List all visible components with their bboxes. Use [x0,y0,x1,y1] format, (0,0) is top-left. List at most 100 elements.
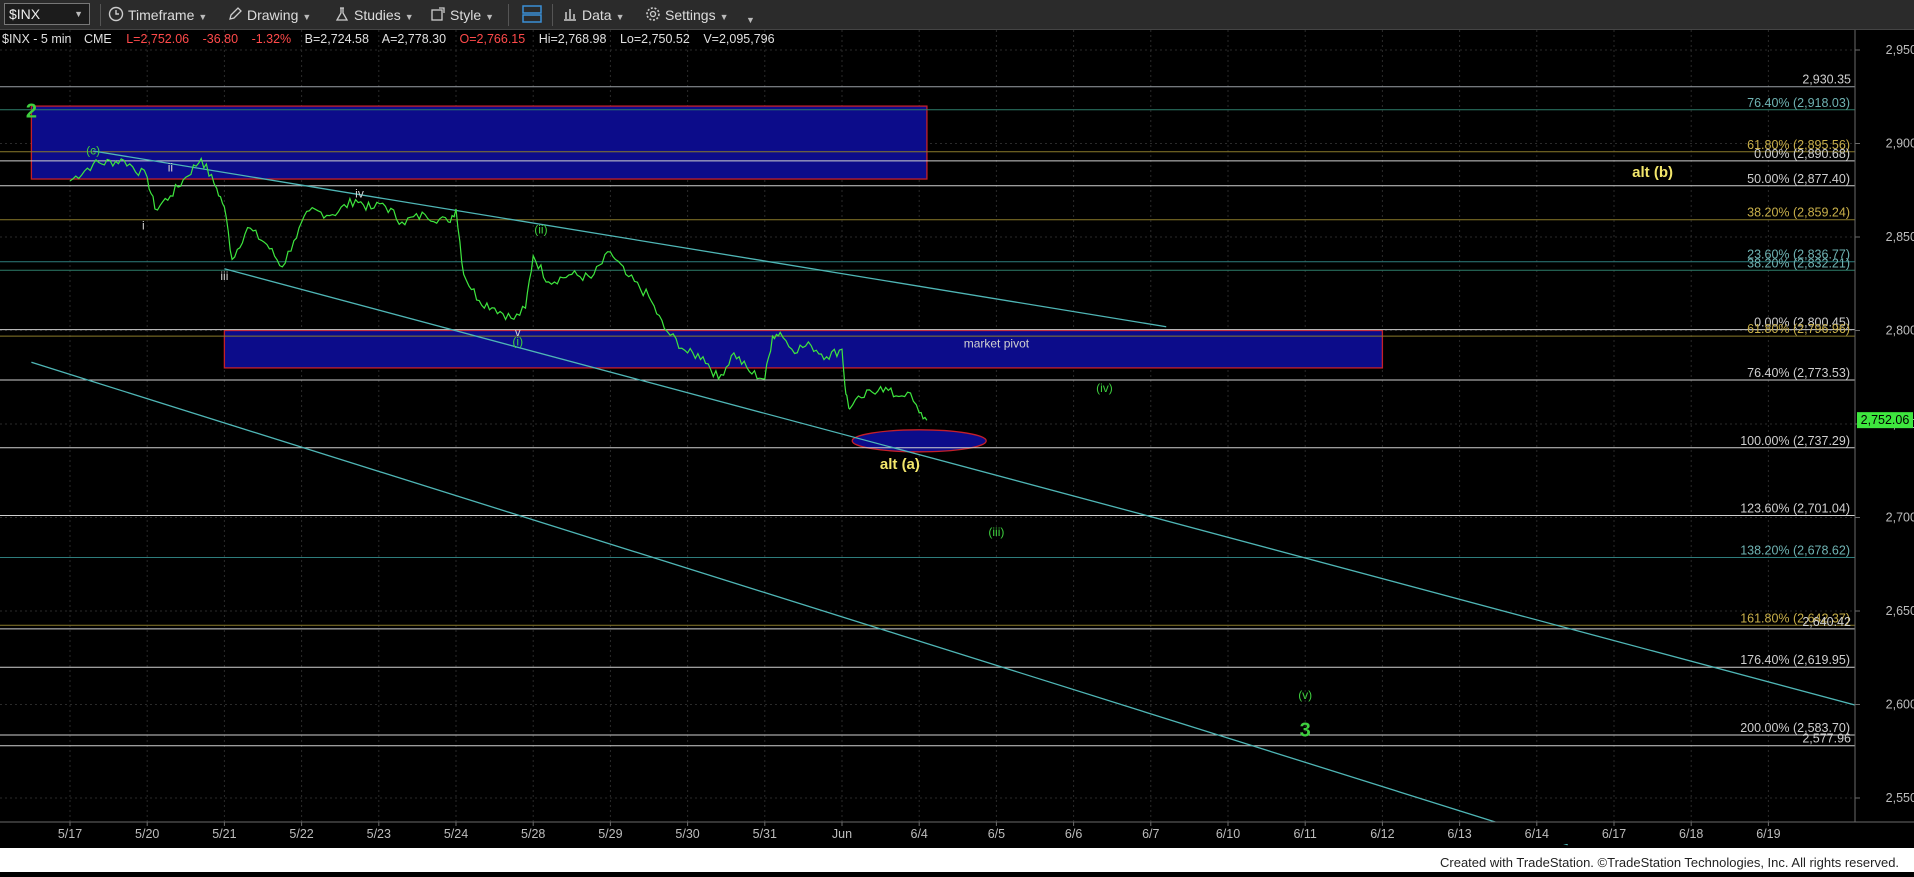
level-label: 2,577.96 [1802,732,1851,746]
studies-menu-button[interactable]: Studies ▼ [334,5,414,25]
price-tick-label: 2,800.00 [1886,324,1914,338]
date-tick-label: 6/18 [1679,827,1703,841]
price-tick-label: 2,850.00 [1886,230,1914,244]
wave-label: (v) [1298,688,1312,702]
date-tick-label: 6/17 [1602,827,1626,841]
data-label: Data [582,7,612,23]
chevron-down-icon: ▼ [74,9,83,19]
info-low: Lo=2,750.52 [620,32,690,46]
data-menu-button[interactable]: Data ▼ [562,5,625,25]
info-volume: V=2,095,796 [703,32,774,46]
drawing-label: Drawing [247,7,299,23]
info-symbol: $INX - 5 min [2,32,72,46]
date-tick-label: 6/13 [1447,827,1471,841]
chevron-down-icon: ▼ [198,12,208,22]
wave-label: (c) [86,144,100,158]
toolbar-divider [508,4,509,26]
studies-label: Studies [354,7,401,23]
bar-chart-icon [562,6,578,27]
level-label: 2,640.42 [1802,615,1851,629]
layout-button[interactable] [522,5,546,25]
price-tick-label: 2,600.00 [1886,698,1914,712]
timeframe-menu-button[interactable]: Timeframe ▼ [108,5,207,25]
date-tick-label: 6/4 [911,827,928,841]
toolbar: $INX ▼ Timeframe ▼ Drawing ▼ Studies ▼ Styl… [0,0,1914,30]
level-label: 176.40% (2,619.95) [1740,653,1850,667]
symbol-selector[interactable]: $INX ▼ [4,3,90,25]
date-tick-label: 5/28 [521,827,545,841]
gear-icon [645,6,661,27]
style-label: Style [450,7,482,23]
wave-label: ii [168,161,173,175]
chevron-down-icon: ▼ [485,12,495,22]
info-last: L=2,752.06 [126,32,189,46]
level-label: 2,930.35 [1802,73,1851,87]
level-label: 38.20% (2,859.24) [1747,206,1850,220]
date-tick-label: 5/21 [212,827,236,841]
alt-a-target-ellipse [851,429,987,453]
toolbar-overflow-button[interactable]: ▼ [742,8,755,28]
date-tick-label: 6/5 [988,827,1005,841]
date-tick-label: 6/12 [1370,827,1394,841]
wave-label: iv [355,187,364,201]
style-menu-button[interactable]: Style ▼ [430,5,494,25]
chevron-down-icon: ▼ [719,12,729,22]
level-label: 0.00% (2,890.68) [1754,147,1850,161]
wave-2-zone [30,105,928,180]
wave-label: 2 [26,100,37,122]
level-label: 61.80% (2,796.96) [1747,322,1850,336]
date-tick-label: 5/23 [367,827,391,841]
timeframe-label: Timeframe [128,7,195,23]
date-tick-label: 5/20 [135,827,159,841]
date-tick-label: 6/10 [1216,827,1240,841]
toolbar-divider [100,4,101,26]
symbol-value: $INX [9,6,41,22]
date-tick-label: 5/31 [753,827,777,841]
settings-label: Settings [665,7,716,23]
chevron-down-icon: ▼ [615,12,625,22]
wave-label: i [142,219,145,233]
level-label: 100.00% (2,737.29) [1740,434,1850,448]
info-bid: B=2,724.58 [305,32,369,46]
level-label: 76.40% (2,773.53) [1747,366,1850,380]
price-tick-label: 2,550.00 [1886,791,1914,805]
level-label: 50.00% (2,877.40) [1747,172,1850,186]
date-tick-label: Jun [832,827,852,841]
wave-label: (iv) [1096,381,1113,395]
date-tick-label: 6/14 [1525,827,1549,841]
price-tick-label: 2,950.00 [1886,43,1914,57]
info-high: Hi=2,768.98 [539,32,607,46]
info-open: O=2,766.15 [460,32,526,46]
date-tick-label: 5/24 [444,827,468,841]
date-axis-background [0,822,1914,844]
date-tick-label: 5/29 [598,827,622,841]
date-tick-label: 6/19 [1756,827,1780,841]
wave-label: (iii) [988,525,1004,539]
level-label: 123.60% (2,701.04) [1740,502,1850,516]
clock-icon [108,6,124,27]
info-pct: -1.32% [252,32,292,46]
pencil-icon [227,6,243,27]
date-tick-label: 6/11 [1293,827,1316,841]
info-exchange: CME [84,32,112,46]
wave-label: iii [220,269,228,283]
wave-label: alt (b) [1632,164,1673,181]
date-tick-label: 5/22 [289,827,313,841]
chart-area[interactable]: 2,930.35 76.40% (2,918.03) 61.80% (2,895.5… [0,30,1914,872]
chevron-down-icon: ▼ [302,12,312,22]
wave-label: (ii) [534,222,547,236]
date-tick-label: 5/17 [58,827,82,841]
info-ask: A=2,778.30 [382,32,446,46]
wave-label: alt (a) [880,456,920,473]
footer-credit: Created with TradeStation. ©TradeStation… [1440,855,1900,870]
toolbar-divider [552,4,553,26]
price-tick-label: 2,700.00 [1886,511,1914,525]
price-chart[interactable]: 2,930.3576.40% (2,918.03)61.80% (2,895.5… [0,30,1914,872]
layout-icon [522,5,542,28]
wave-label: (i) [512,334,523,348]
wave-label: market pivot [964,336,1030,350]
level-label: 38.20% (2,832.21) [1747,256,1850,270]
drawing-menu-button[interactable]: Drawing ▼ [227,5,311,25]
chevron-down-icon: ▼ [404,12,414,22]
settings-menu-button[interactable]: Settings ▼ [645,5,729,25]
